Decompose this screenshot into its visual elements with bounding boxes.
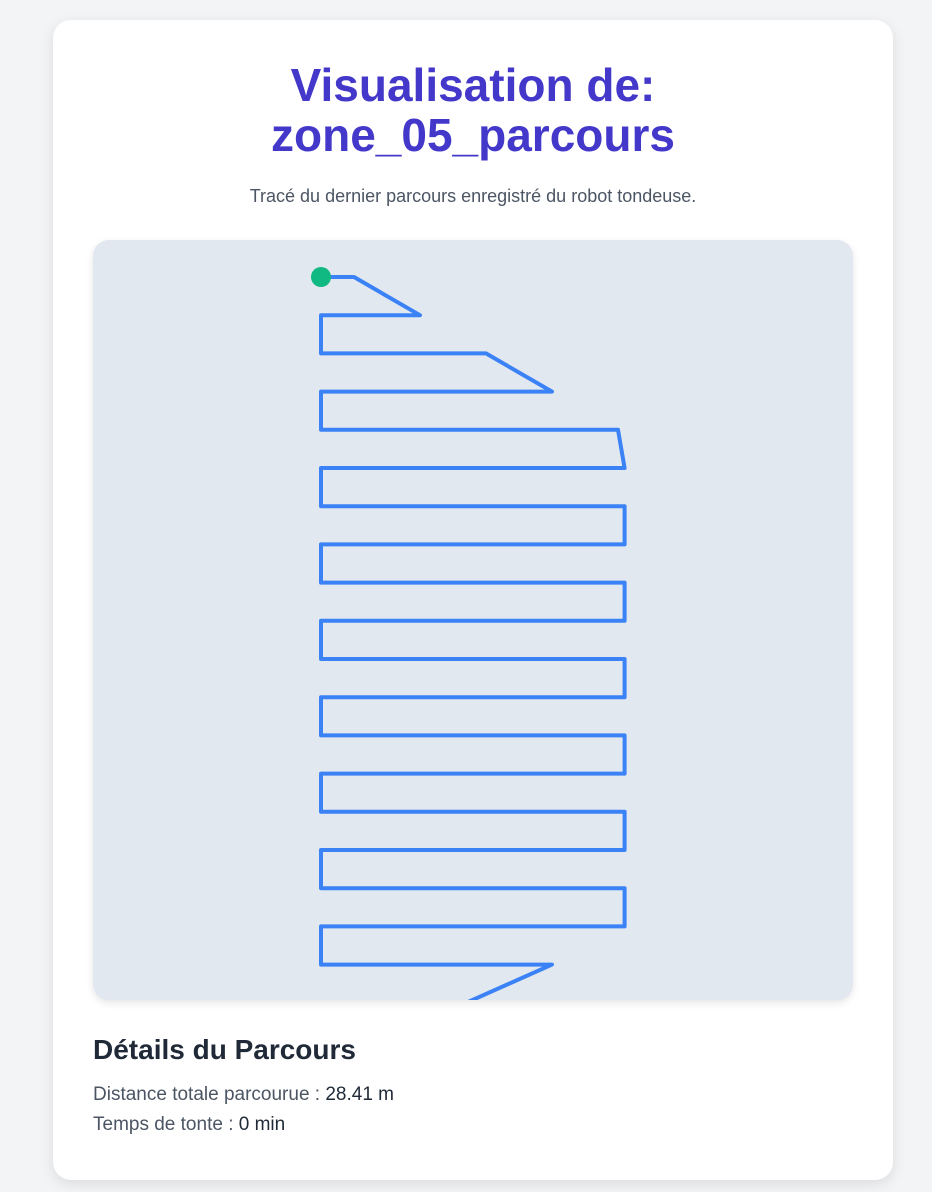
distance-value: 28.41 m xyxy=(325,1084,395,1105)
page-title: Visualisation de: zone_05_parcours xyxy=(53,60,893,160)
mower-path-line xyxy=(319,275,627,1000)
details-heading: Détails du Parcours xyxy=(93,1034,356,1065)
distance-row: Distance totale parcourue : 28.41 m xyxy=(93,1083,394,1107)
start-point-marker xyxy=(311,267,331,287)
visualization-card: Visualisation de: zone_05_parcours Tracé… xyxy=(53,20,893,1180)
page-subtitle: Tracé du dernier parcours enregistré du … xyxy=(249,186,697,206)
time-label: Temps de tonte : xyxy=(93,1114,234,1135)
time-value: 0 min xyxy=(238,1114,286,1135)
page-title-zone-name: zone_05_parcours xyxy=(271,109,675,161)
page-title-line1: Visualisation de: xyxy=(290,59,656,111)
path-svg xyxy=(311,267,627,1000)
distance-label: Distance totale parcourue : xyxy=(93,1084,321,1105)
time-row: Temps de tonte : 0 min xyxy=(93,1113,285,1137)
path-map xyxy=(93,240,853,1000)
